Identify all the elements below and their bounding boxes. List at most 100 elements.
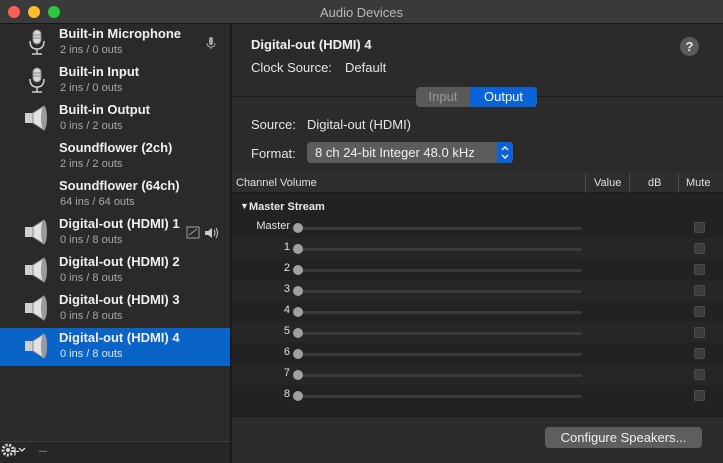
table-row: 4 — [232, 301, 723, 322]
disclosure-triangle-icon[interactable]: ▼ — [240, 201, 249, 211]
volume-slider-track[interactable] — [298, 227, 582, 230]
system-output-and-speaker-icon — [186, 226, 218, 239]
clock-source-value[interactable]: Default — [345, 60, 386, 75]
add-device-button[interactable]: + — [10, 443, 20, 461]
device-item-built-in-output[interactable]: Built-in Output 0 ins / 2 outs — [0, 100, 230, 138]
device-io: 0 ins / 8 outs — [60, 310, 123, 322]
table-row: 8 — [232, 385, 723, 406]
channel-label: 3 — [283, 283, 290, 295]
window-title: Audio Devices — [319, 5, 404, 20]
device-item-hdmi-3[interactable]: Digital-out (HDMI) 3 0 ins / 8 outs — [0, 290, 230, 328]
volume-slider-knob[interactable] — [293, 307, 303, 317]
device-io: 2 ins / 0 outs — [60, 44, 123, 56]
table-row: 7 — [232, 364, 723, 385]
volume-slider-knob[interactable] — [293, 328, 303, 338]
device-title: Digital-out (HDMI) 4 — [251, 37, 372, 52]
panel-footer: Configure Speakers... — [232, 416, 723, 463]
mute-checkbox[interactable] — [694, 390, 705, 401]
volume-slider-knob[interactable] — [293, 349, 303, 359]
table-row: 2 — [232, 259, 723, 280]
chevron-up-down-icon — [497, 142, 513, 163]
microphone-icon — [29, 67, 45, 93]
sidebar-footer: + − — [0, 441, 230, 463]
table-header: Channel Volume Value dB Mute — [232, 173, 723, 193]
column-db: dB — [648, 177, 662, 189]
microphone-icon — [29, 29, 45, 55]
device-item-hdmi-1[interactable]: Digital-out (HDMI) 1 0 ins / 8 outs — [0, 214, 230, 252]
table-row: 5 — [232, 322, 723, 343]
title-bar: Audio Devices — [0, 0, 723, 24]
format-label: Format: — [251, 146, 296, 161]
device-io: 0 ins / 8 outs — [60, 234, 123, 246]
remove-device-button[interactable]: − — [38, 443, 48, 461]
channel-label: 4 — [283, 304, 290, 316]
speaker-icon — [25, 333, 47, 359]
configure-speakers-button[interactable]: Configure Speakers... — [545, 427, 702, 448]
device-item-soundflower-2ch[interactable]: Soundflower (2ch) 2 ins / 2 outs — [0, 138, 230, 176]
mute-checkbox[interactable] — [694, 306, 705, 317]
device-io: 64 ins / 64 outs — [60, 196, 135, 208]
device-name: Built-in Output — [59, 102, 150, 117]
mute-checkbox[interactable] — [694, 348, 705, 359]
column-divider — [678, 173, 679, 193]
tab-input[interactable]: Input — [416, 87, 470, 107]
device-item-built-in-microphone[interactable]: Built-in Microphone 2 ins / 0 outs — [0, 24, 230, 62]
device-item-built-in-input[interactable]: Built-in Input 2 ins / 0 outs — [0, 62, 230, 100]
volume-slider-track[interactable] — [298, 290, 582, 293]
mute-checkbox[interactable] — [694, 369, 705, 380]
device-io: 2 ins / 0 outs — [60, 82, 123, 94]
mic-default-icon — [206, 37, 216, 49]
volume-slider-knob[interactable] — [293, 265, 303, 275]
volume-slider-knob[interactable] — [293, 370, 303, 380]
device-detail-panel: Digital-out (HDMI) 4 Clock Source: Defau… — [232, 24, 723, 463]
column-channel-volume: Channel Volume — [236, 177, 317, 189]
channel-label: 6 — [283, 346, 290, 358]
speaker-icon — [25, 295, 47, 321]
channel-label: Master — [256, 220, 290, 232]
volume-slider-knob[interactable] — [293, 391, 303, 401]
speaker-icon — [25, 105, 47, 131]
mute-checkbox[interactable] — [694, 243, 705, 254]
channel-label: 8 — [283, 388, 290, 400]
device-name: Digital-out (HDMI) 2 — [59, 254, 180, 269]
device-item-hdmi-2[interactable]: Digital-out (HDMI) 2 0 ins / 8 outs — [0, 252, 230, 290]
channel-volume-table: Channel Volume Value dB Mute ▼ Master St… — [232, 173, 723, 416]
table-row: Master — [232, 217, 723, 238]
volume-slider-knob[interactable] — [293, 223, 303, 233]
volume-slider-track[interactable] — [298, 248, 582, 251]
volume-slider-track[interactable] — [298, 395, 582, 398]
mute-checkbox[interactable] — [694, 222, 705, 233]
mute-checkbox[interactable] — [694, 285, 705, 296]
tab-output[interactable]: Output — [470, 87, 537, 107]
volume-slider-track[interactable] — [298, 332, 582, 335]
format-select[interactable]: 8 ch 24-bit Integer 48.0 kHz — [307, 142, 513, 163]
column-mute: Mute — [686, 177, 711, 189]
mute-checkbox[interactable] — [694, 264, 705, 275]
device-item-soundflower-64ch[interactable]: Soundflower (64ch) 64 ins / 64 outs — [0, 176, 230, 214]
volume-slider-track[interactable] — [298, 374, 582, 377]
device-name: Digital-out (HDMI) 1 — [59, 216, 180, 231]
source-value: Digital-out (HDMI) — [307, 117, 412, 132]
volume-slider-track[interactable] — [298, 269, 582, 272]
volume-slider-knob[interactable] — [293, 244, 303, 254]
group-label: Master Stream — [249, 201, 325, 213]
volume-slider-knob[interactable] — [293, 286, 303, 296]
group-master-stream[interactable]: ▼ Master Stream — [232, 198, 723, 216]
column-divider — [629, 173, 630, 193]
device-io: 0 ins / 2 outs — [60, 120, 123, 132]
mute-checkbox[interactable] — [694, 327, 705, 338]
table-row: 3 — [232, 280, 723, 301]
device-name: Built-in Microphone — [59, 26, 182, 41]
volume-slider-track[interactable] — [298, 311, 582, 314]
device-list: Built-in Microphone 2 ins / 0 outs Built… — [0, 24, 231, 463]
help-button[interactable]: ? — [680, 37, 699, 56]
format-value: 8 ch 24-bit Integer 48.0 kHz — [315, 145, 475, 160]
channel-label: 2 — [283, 262, 290, 274]
device-name: Built-in Input — [59, 64, 140, 79]
table-row: 1 — [232, 238, 723, 259]
volume-slider-track[interactable] — [298, 353, 582, 356]
device-name: Soundflower (2ch) — [59, 140, 173, 155]
column-divider — [585, 173, 586, 193]
device-item-hdmi-4[interactable]: Digital-out (HDMI) 4 0 ins / 8 outs — [0, 328, 230, 366]
device-io: 2 ins / 2 outs — [60, 158, 123, 170]
